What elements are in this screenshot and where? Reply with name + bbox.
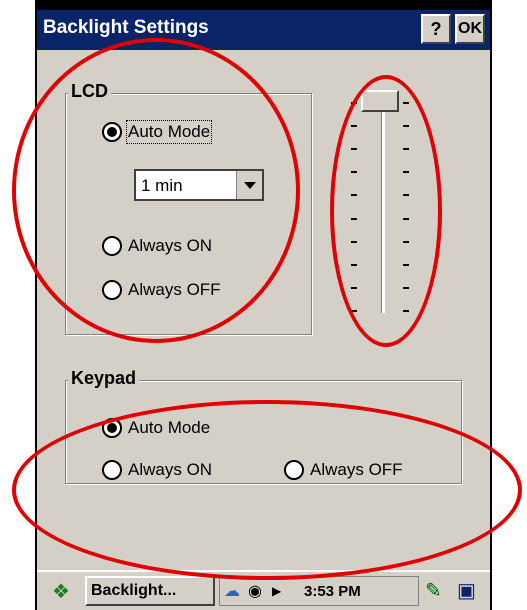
desktop-icon[interactable]: ▣: [457, 578, 476, 603]
lcd-auto-mode-radio[interactable]: Auto Mode: [102, 120, 213, 144]
slider-tick: [403, 286, 409, 289]
slider-tick: [351, 217, 357, 220]
slider-tick: [403, 171, 409, 174]
arrow-right-icon: ▶: [272, 584, 282, 598]
slider-tick: [351, 171, 357, 174]
chevron-down-icon[interactable]: [236, 171, 262, 199]
taskbar: ❖ Backlight... ☁ ◉ ▶ 3:53 PM ✎ ▣: [37, 570, 490, 610]
lcd-group-label: LCD: [68, 81, 111, 102]
radio-unselected-icon: [102, 460, 122, 480]
lcd-always-off-radio[interactable]: Always OFF: [102, 280, 221, 300]
lcd-auto-mode-label: Auto Mode: [125, 120, 213, 144]
lcd-always-off-label: Always OFF: [128, 280, 221, 299]
brightness-slider[interactable]: [333, 88, 423, 328]
window-title: Backlight Settings: [43, 17, 209, 38]
slider-tick: [351, 240, 357, 243]
radio-unselected-icon: [284, 460, 304, 480]
taskbar-backlight-button[interactable]: Backlight...: [85, 576, 215, 606]
keypad-always-on-label: Always ON: [128, 460, 213, 479]
edit-icon[interactable]: ✎: [425, 578, 442, 603]
keypad-auto-mode-radio[interactable]: Auto Mode: [102, 418, 210, 438]
lcd-always-on-radio[interactable]: Always ON: [102, 236, 212, 256]
radio-unselected-icon: [102, 236, 122, 256]
slider-tick: [403, 125, 409, 128]
lcd-always-on-label: Always ON: [128, 236, 213, 255]
slider-thumb[interactable]: [361, 90, 399, 112]
keypad-always-off-label: Always OFF: [310, 460, 403, 479]
keypad-auto-mode-label: Auto Mode: [128, 418, 211, 437]
slider-tick: [403, 217, 409, 220]
slider-tick: [403, 240, 409, 243]
slider-tick: [351, 102, 357, 104]
keypad-always-on-radio[interactable]: Always ON: [102, 460, 212, 480]
slider-tick: [351, 125, 357, 128]
windows-start-icon[interactable]: ❖: [41, 578, 81, 606]
keypad-group-label: Keypad: [68, 368, 140, 389]
radio-selected-icon: [102, 122, 122, 142]
slider-tick: [351, 310, 357, 312]
connection-icon[interactable]: ◉: [248, 581, 268, 601]
slider-tick: [403, 148, 409, 151]
slider-tick: [403, 194, 409, 197]
slider-tick: [351, 286, 357, 289]
network-icon[interactable]: ☁: [224, 581, 244, 601]
clock[interactable]: 3:53 PM: [304, 583, 361, 600]
slider-tick: [351, 194, 357, 197]
slider-tick: [403, 263, 409, 266]
lcd-timeout-dropdown[interactable]: 1 min: [134, 169, 264, 201]
system-tray: ☁ ◉ ▶ 3:53 PM: [219, 576, 419, 606]
radio-unselected-icon: [102, 280, 122, 300]
slider-track[interactable]: [381, 98, 385, 313]
slider-tick: [403, 310, 409, 312]
slider-tick: [351, 263, 357, 266]
slider-tick: [403, 102, 409, 104]
radio-selected-icon: [102, 418, 122, 438]
help-button[interactable]: ?: [421, 14, 451, 44]
title-bar: Backlight Settings ? OK: [37, 10, 490, 50]
keypad-always-off-radio[interactable]: Always OFF: [284, 460, 403, 480]
lcd-timeout-value: 1 min: [141, 176, 183, 195]
slider-tick: [351, 148, 357, 151]
ok-button[interactable]: OK: [455, 14, 485, 44]
